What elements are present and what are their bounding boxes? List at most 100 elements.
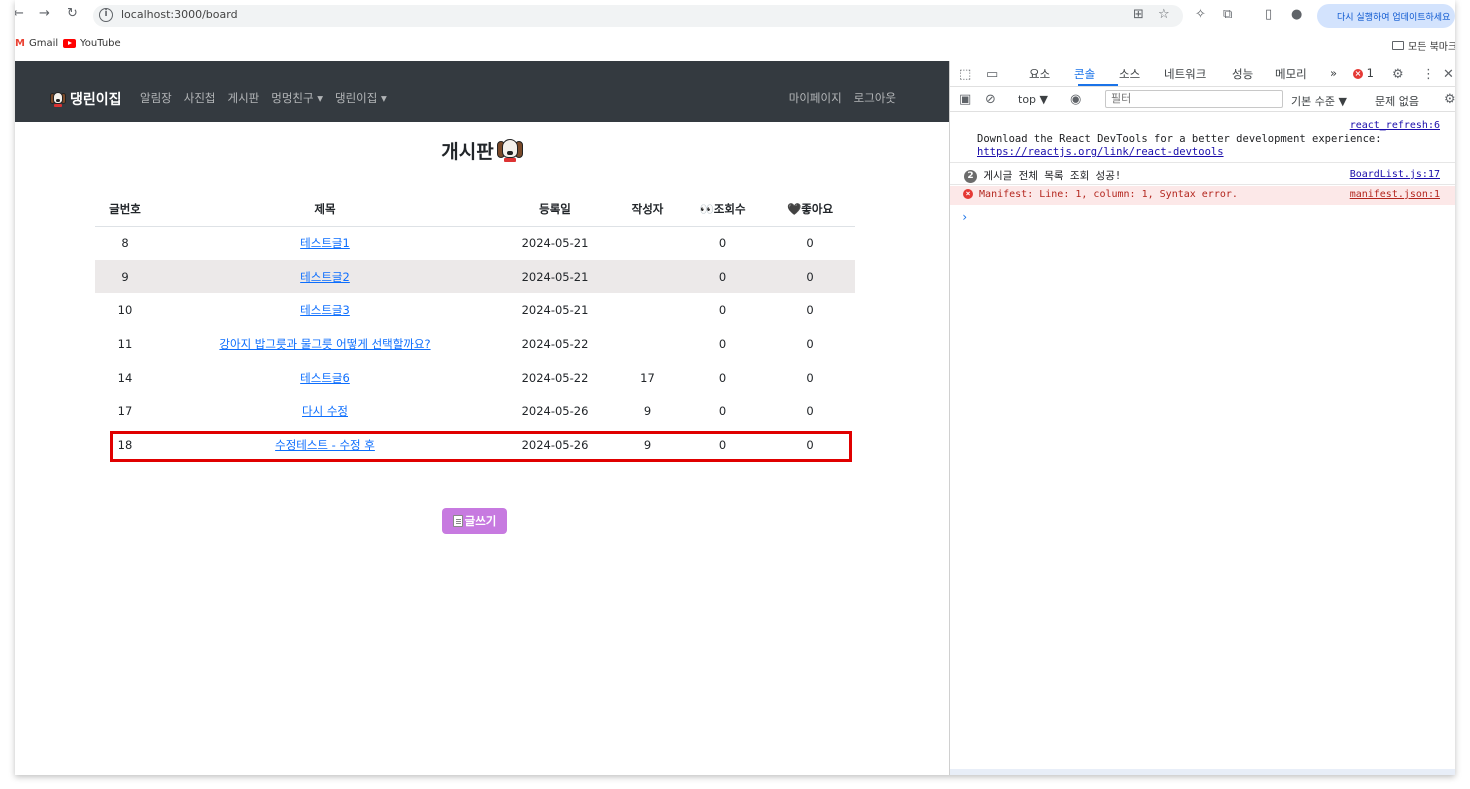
nav-item-daycare-dropdown[interactable]: 댕린이집 ▾ [335, 90, 387, 106]
log-level-dropdown[interactable]: 기본 수준 ▼ [1291, 93, 1347, 109]
header-author: 작성자 [615, 193, 680, 227]
forward-icon[interactable]: → [39, 6, 50, 21]
board-table: 글번호 제목 등록일 작성자 👀조회수 🖤좋아요 8 테스트글1 2024-05… [95, 193, 855, 462]
devtools-panel: ⬚ ▭ 요소 콘솔 소스 네트워크 성능 메모리 » × 1 ⚙ ⋮ ✕ ▣ ⊘… [949, 61, 1455, 775]
console-error-message: × Manifest: Line: 1, column: 1, Syntax e… [950, 186, 1455, 205]
cell-number: 9 [95, 259, 155, 294]
sidebar-toggle-icon[interactable]: ▣ [959, 92, 971, 107]
bookmark-label: Gmail [28, 38, 59, 49]
extensions-puzzle-icon[interactable]: ⧉ [1223, 7, 1232, 22]
table-row: 8 테스트글1 2024-05-21 0 0 [95, 226, 855, 260]
console-prompt[interactable]: › [950, 210, 1455, 226]
nav-item-friends-dropdown[interactable]: 멍멍친구 ▾ [271, 90, 323, 106]
nav-item-logout[interactable]: 로그아웃 [854, 90, 896, 106]
settings-gear-icon[interactable]: ⚙ [1392, 67, 1404, 82]
nav-item-mypage[interactable]: 마이페이지 [789, 90, 842, 106]
profile-avatar-icon[interactable]: ● [1291, 7, 1302, 22]
issues-counter[interactable]: 문제 없음 [1375, 93, 1419, 109]
address-bar[interactable]: i localhost:3000/board [93, 5, 1183, 27]
cell-date: 2024-05-22 [521, 370, 589, 385]
device-toolbar-icon[interactable]: ▭ [986, 67, 998, 82]
cell-likes: 0 [806, 404, 814, 419]
error-icon: × [1353, 68, 1363, 79]
nav-right: 마이페이지 로그아웃 [789, 90, 896, 106]
post-title-link[interactable]: 테스트글3 [300, 303, 350, 317]
console-message-text: Manifest: Line: 1, column: 1, Syntax err… [979, 189, 1238, 200]
error-counter[interactable]: × 1 [1353, 66, 1374, 80]
cell-number: 10 [117, 303, 133, 318]
cell-likes: 0 [806, 236, 814, 251]
cell-author [615, 226, 680, 260]
more-tabs-icon[interactable]: » [1330, 66, 1337, 80]
tab-performance[interactable]: 성능 [1232, 66, 1253, 82]
write-post-button[interactable]: 글쓰기 [442, 508, 507, 534]
bookmark-youtube[interactable]: YouTube [63, 38, 121, 49]
source-link[interactable]: react_refresh:6 [1350, 119, 1440, 132]
page-title: 개시판 [15, 137, 949, 164]
nav-item-photos[interactable]: 사진첩 [184, 90, 216, 106]
cell-views: 0 [718, 404, 727, 419]
side-panel-icon[interactable]: ▯ [1265, 7, 1272, 22]
cell-number: 11 [117, 336, 133, 351]
tab-console[interactable]: 콘솔 [1074, 66, 1095, 82]
reload-icon[interactable]: ↻ [67, 6, 78, 21]
post-title-link[interactable]: 테스트글1 [300, 236, 350, 250]
table-row: 9 테스트글2 2024-05-21 0 0 [95, 259, 855, 294]
nav-item-board[interactable]: 게시판 [228, 90, 260, 106]
context-selector[interactable]: top ▼ [1018, 93, 1048, 106]
brand-link[interactable]: 댕린이집 [50, 89, 122, 109]
write-post-label: 글쓰기 [464, 514, 497, 528]
update-button[interactable]: 다시 실행하여 업데이트하세요 [1317, 4, 1455, 28]
app-navbar: 댕린이집 알림장 사진첩 게시판 멍멍친구 ▾ 댕린이집 ▾ 마이페이지 로그아… [15, 61, 949, 122]
post-title-link[interactable]: 강아지 밥그릇과 물그릇 어떻게 선택할까요? [219, 337, 430, 351]
post-title-link[interactable]: 수정테스트 - 수정 후 [275, 438, 375, 452]
browser-toolbar: ← → ↻ i localhost:3000/board ⊞ ☆ ✧ ⧉ ▯ ●… [15, 0, 1455, 30]
react-devtools-link[interactable]: https://reactjs.org/link/react-devtools [977, 146, 1455, 159]
tab-memory[interactable]: 메모리 [1275, 66, 1307, 82]
cell-date: 2024-05-26 [521, 404, 589, 419]
post-title-link[interactable]: 다시 수정 [302, 404, 348, 418]
cell-likes: 0 [806, 370, 814, 385]
bookmark-label: YouTube [80, 38, 121, 49]
bookmark-star-icon[interactable]: ☆ [1158, 7, 1170, 22]
source-link[interactable]: manifest.json:1 [1350, 189, 1440, 200]
youtube-icon [63, 39, 76, 48]
inspect-element-icon[interactable]: ⬚ [959, 67, 971, 82]
post-title-link[interactable]: 테스트글2 [300, 270, 350, 284]
translate-icon[interactable]: ⊞ [1133, 7, 1144, 22]
cell-views: 0 [718, 236, 727, 251]
repeat-count-badge: 2 [964, 169, 977, 183]
address-url[interactable]: localhost:3000/board [121, 8, 238, 21]
nav-links: 알림장 사진첩 게시판 멍멍친구 ▾ 댕린이집 ▾ [140, 90, 387, 106]
header-date: 등록일 [495, 193, 615, 227]
table-row: 11 강아지 밥그릇과 물그릇 어떻게 선택할까요? 2024-05-22 0 … [95, 327, 855, 361]
console-toolbar: ▣ ⊘ top ▼ ◉ 기본 수준 ▼ 문제 없음 ⚙ [950, 88, 1455, 112]
tab-network[interactable]: 네트워크 [1164, 66, 1206, 82]
cell-likes: 0 [806, 303, 814, 318]
cell-date: 2024-05-26 [521, 437, 589, 452]
extension-icon[interactable]: ✧ [1195, 7, 1206, 22]
back-icon[interactable]: ← [15, 6, 24, 21]
cell-views: 0 [718, 303, 727, 318]
nav-item-notice[interactable]: 알림장 [140, 90, 172, 106]
cell-number: 14 [117, 370, 133, 385]
cell-likes: 0 [806, 437, 814, 452]
tab-elements[interactable]: 요소 [1029, 66, 1050, 82]
header-likes: 🖤좋아요 [765, 193, 855, 227]
more-options-icon[interactable]: ⋮ [1422, 67, 1435, 82]
bookmark-gmail[interactable]: M Gmail [15, 38, 58, 49]
site-info-icon[interactable]: i [99, 8, 113, 22]
tab-sources[interactable]: 소스 [1119, 66, 1140, 82]
post-title-link[interactable]: 테스트글6 [300, 371, 350, 385]
table-row: 17 다시 수정 2024-05-26 9 0 0 [95, 394, 855, 428]
cell-date: 2024-05-21 [521, 303, 589, 318]
all-bookmarks[interactable]: 모든 북마크 [1392, 38, 1455, 53]
clear-console-icon[interactable]: ⊘ [985, 92, 996, 107]
console-filter-input[interactable] [1105, 90, 1283, 108]
console-settings-gear-icon[interactable]: ⚙ [1444, 92, 1455, 107]
source-link[interactable]: BoardList.js:17 [1350, 169, 1440, 180]
live-expression-eye-icon[interactable]: ◉ [1070, 92, 1081, 107]
header-number: 글번호 [95, 193, 155, 227]
cell-date: 2024-05-22 [521, 336, 589, 351]
close-devtools-icon[interactable]: ✕ [1443, 67, 1454, 82]
